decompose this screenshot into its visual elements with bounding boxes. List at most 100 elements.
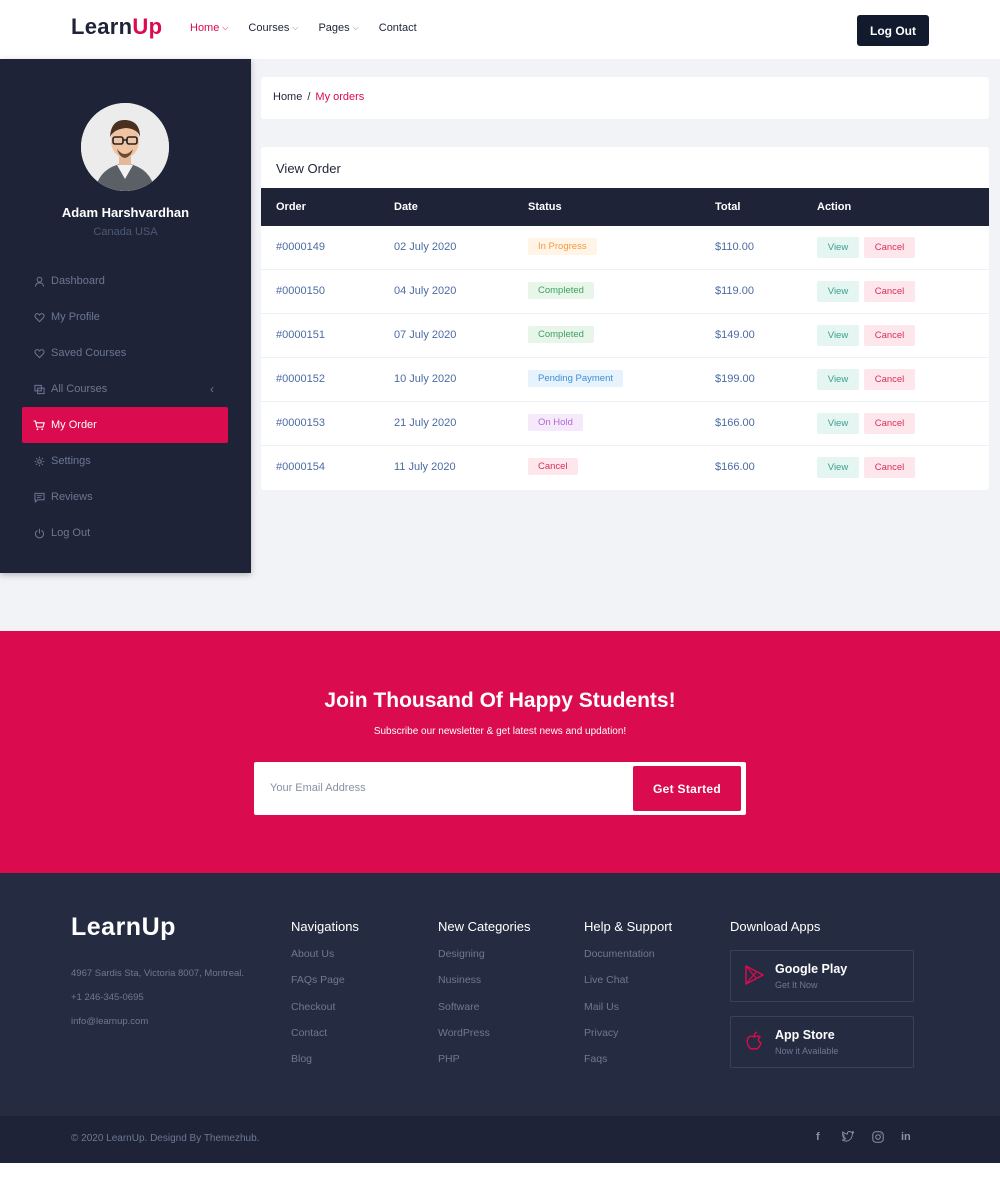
sidebar-item-my-order[interactable]: My Order bbox=[22, 407, 228, 443]
sidebar: Adam Harshvardhan Canada USA Dashboard M… bbox=[0, 59, 251, 573]
table-row: #0000152 10 July 2020 Pending Payment $199.… bbox=[261, 358, 989, 402]
twitter-icon[interactable] bbox=[841, 1130, 855, 1145]
sidebar-item-label: All Courses bbox=[51, 383, 108, 395]
cancel-button[interactable]: Cancel bbox=[864, 237, 915, 258]
footer-column-title: Help & Support bbox=[584, 919, 673, 934]
sidebar-item-label: My Profile bbox=[51, 311, 100, 323]
sidebar-item-my-profile[interactable]: My Profile bbox=[22, 299, 228, 335]
footer-link[interactable]: PHP bbox=[438, 1053, 531, 1079]
sidebar-item-saved-courses[interactable]: Saved Courses bbox=[22, 335, 228, 371]
order-total: $149.00 bbox=[715, 329, 755, 341]
column-header: Order bbox=[276, 201, 306, 213]
footer-column-help: Help & Support Documentation Live Chat M… bbox=[584, 919, 672, 1079]
view-button[interactable]: View bbox=[817, 369, 859, 390]
footer-link[interactable]: Faqs bbox=[584, 1053, 672, 1079]
order-date: 02 July 2020 bbox=[394, 241, 457, 253]
status-badge: Completed bbox=[528, 326, 594, 343]
cancel-button[interactable]: Cancel bbox=[864, 325, 915, 346]
footer-link[interactable]: Contact bbox=[291, 1027, 359, 1053]
footer-link[interactable]: Documentation bbox=[584, 948, 672, 974]
order-date: 04 July 2020 bbox=[394, 285, 457, 297]
card-title: View Order bbox=[276, 161, 341, 176]
footer-column-categories: New Categories Designing Nusiness Softwa… bbox=[438, 919, 531, 1079]
chevron-down-icon: ⌵ bbox=[352, 23, 359, 32]
sidebar-item-all-courses[interactable]: All Courses ‹ bbox=[22, 371, 228, 407]
footer-link[interactable]: FAQs Page bbox=[291, 974, 359, 1000]
sidebar-item-reviews[interactable]: Reviews bbox=[22, 479, 228, 515]
instagram-icon[interactable] bbox=[872, 1131, 884, 1146]
sidebar-item-label: Settings bbox=[51, 455, 91, 467]
chevron-left-icon[interactable]: ‹ bbox=[210, 382, 214, 396]
footer-link[interactable]: Checkout bbox=[291, 1001, 359, 1027]
breadcrumb-home[interactable]: Home bbox=[273, 91, 302, 103]
nav-courses[interactable]: Courses ⌵ bbox=[248, 22, 298, 34]
newsletter-title: Join Thousand Of Happy Students! bbox=[324, 689, 676, 712]
sidebar-item-label: My Order bbox=[51, 419, 97, 431]
cancel-button[interactable]: Cancel bbox=[864, 369, 915, 390]
column-header: Total bbox=[715, 201, 741, 213]
user-location: Canada USA bbox=[93, 226, 158, 238]
order-date: 11 July 2020 bbox=[394, 461, 456, 473]
footer-logo[interactable]: LearnUp bbox=[71, 913, 176, 942]
sidebar-menu: Dashboard My Profile Saved Courses All C… bbox=[22, 263, 228, 551]
app-store-button[interactable]: App Store Now it Available bbox=[730, 1016, 914, 1068]
sidebar-item-log-out[interactable]: Log Out bbox=[22, 515, 228, 551]
user-name: Adam Harshvardhan bbox=[61, 205, 190, 220]
footer-link[interactable]: Mail Us bbox=[584, 1001, 672, 1027]
linkedin-icon[interactable]: in bbox=[901, 1131, 911, 1143]
order-total: $166.00 bbox=[715, 461, 755, 473]
order-id[interactable]: #0000150 bbox=[276, 285, 325, 297]
view-button[interactable]: View bbox=[817, 457, 859, 478]
orders-card: View Order Order Date Status Total Actio… bbox=[261, 147, 989, 490]
sidebar-item-label: Saved Courses bbox=[51, 347, 127, 359]
order-date: 21 July 2020 bbox=[394, 417, 457, 429]
order-id[interactable]: #0000151 bbox=[276, 329, 325, 341]
view-button[interactable]: View bbox=[817, 281, 859, 302]
google-play-button[interactable]: Google Play Get It Now bbox=[730, 950, 914, 1002]
footer-link[interactable]: WordPress bbox=[438, 1027, 531, 1053]
order-id[interactable]: #0000153 bbox=[276, 417, 325, 429]
sidebar-item-dashboard[interactable]: Dashboard bbox=[22, 263, 228, 299]
footer-link[interactable]: About Us bbox=[291, 948, 359, 974]
get-started-button[interactable]: Get Started bbox=[633, 766, 741, 811]
footer-link[interactable]: Software bbox=[438, 1001, 531, 1027]
sidebar-item-settings[interactable]: Settings bbox=[22, 443, 228, 479]
newsletter-subtitle: Subscribe our newsletter & get latest ne… bbox=[373, 726, 627, 737]
cancel-button[interactable]: Cancel bbox=[864, 281, 915, 302]
breadcrumb-current: My orders bbox=[315, 91, 365, 103]
cart-icon bbox=[33, 419, 45, 431]
nav-contact[interactable]: Contact bbox=[379, 22, 417, 34]
footer-link[interactable]: Nusiness bbox=[438, 974, 531, 1000]
facebook-icon[interactable]: f bbox=[816, 1131, 820, 1143]
footer-link[interactable]: Blog bbox=[291, 1053, 359, 1079]
sidebar-item-label: Reviews bbox=[51, 491, 93, 503]
footer-phone: +1 246-345-0695 bbox=[71, 992, 144, 1003]
site-logo[interactable]: LearnUp bbox=[71, 14, 162, 40]
app-name: App Store bbox=[775, 1028, 835, 1042]
footer-link[interactable]: Live Chat bbox=[584, 974, 672, 1000]
cancel-button[interactable]: Cancel bbox=[864, 457, 915, 478]
email-input[interactable]: Your Email Address bbox=[270, 782, 366, 794]
footer-link[interactable]: Designing bbox=[438, 948, 531, 974]
footer-link[interactable]: Privacy bbox=[584, 1027, 672, 1053]
column-header: Date bbox=[394, 201, 418, 213]
view-button[interactable]: View bbox=[817, 413, 859, 434]
footer-column-title: New Categories bbox=[438, 919, 531, 934]
order-date: 07 July 2020 bbox=[394, 329, 457, 341]
chevron-down-icon: ⌵ bbox=[292, 23, 299, 32]
logout-button[interactable]: Log Out bbox=[857, 15, 929, 46]
view-button[interactable]: View bbox=[817, 237, 859, 258]
order-id[interactable]: #0000152 bbox=[276, 373, 325, 385]
footer-email[interactable]: info@learnup.com bbox=[71, 1016, 148, 1027]
courses-icon bbox=[33, 383, 45, 395]
site-header: LearnUp Home ⌵ Courses ⌵ Pages ⌵ Contact Lo… bbox=[0, 0, 1000, 59]
order-id[interactable]: #0000154 bbox=[276, 461, 325, 473]
view-button[interactable]: View bbox=[817, 325, 859, 346]
cancel-button[interactable]: Cancel bbox=[864, 413, 915, 434]
order-total: $199.00 bbox=[715, 373, 755, 385]
newsletter-form: Your Email Address Get Started bbox=[254, 762, 746, 815]
status-badge: In Progress bbox=[528, 238, 597, 255]
nav-home[interactable]: Home ⌵ bbox=[190, 22, 228, 34]
order-id[interactable]: #0000149 bbox=[276, 241, 325, 253]
nav-pages[interactable]: Pages ⌵ bbox=[318, 22, 358, 34]
